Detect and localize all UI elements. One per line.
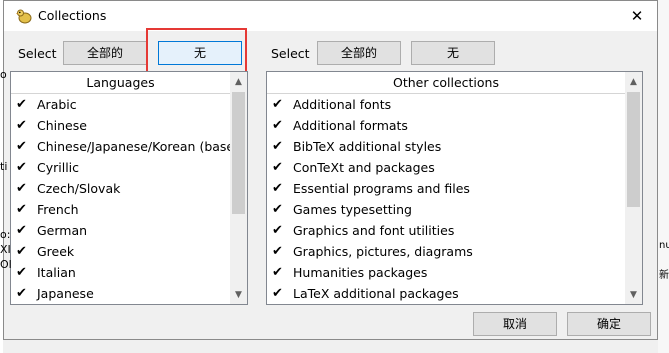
list-item-label: Greek bbox=[37, 244, 75, 259]
list-item-label: Graphics, pictures, diagrams bbox=[293, 244, 473, 259]
right-select-all-button[interactable]: 全部的 bbox=[317, 41, 401, 65]
list-item[interactable]: ✔ French bbox=[11, 199, 230, 220]
scroll-up-arrow-icon[interactable]: ▲ bbox=[230, 74, 247, 91]
other-collections-list-items: ✔ Additional fonts ✔ Additional formats ✔ Bib… bbox=[267, 94, 625, 304]
right-select-none-button[interactable]: 无 bbox=[411, 41, 495, 65]
ok-button[interactable]: 确定 bbox=[567, 312, 651, 336]
languages-list: Languages ✔ Arabic ✔ Chinese ✔ Chinese/Japane… bbox=[10, 71, 248, 305]
list-item[interactable]: ✔ German bbox=[11, 220, 230, 241]
list-item-label: LaTeX additional packages bbox=[293, 286, 459, 301]
list-item-label: Italian bbox=[37, 265, 76, 280]
left-select-all-button[interactable]: 全部的 bbox=[63, 41, 147, 65]
other-collections-list-header: Other collections bbox=[267, 72, 625, 94]
list-item[interactable]: ✔ BibTeX additional styles bbox=[267, 136, 625, 157]
checkmark-icon: ✔ bbox=[272, 139, 283, 154]
background-right-strip bbox=[658, 0, 669, 353]
list-item-label: Chinese bbox=[37, 118, 87, 133]
close-button[interactable]: ✕ bbox=[617, 1, 657, 31]
list-item[interactable]: ✔ Japanese bbox=[11, 283, 230, 304]
list-item-label: Humanities packages bbox=[293, 265, 428, 280]
list-item-label: Additional formats bbox=[293, 118, 408, 133]
list-item[interactable]: ✔ Games typesetting bbox=[267, 199, 625, 220]
checkmark-icon: ✔ bbox=[272, 223, 283, 238]
scroll-thumb[interactable] bbox=[627, 92, 640, 207]
right-select-label: Select bbox=[271, 46, 310, 61]
scroll-up-arrow-icon[interactable]: ▲ bbox=[625, 74, 642, 91]
list-item[interactable]: ✔ Cyrillic bbox=[11, 157, 230, 178]
checkmark-icon: ✔ bbox=[272, 118, 283, 133]
highlight-box bbox=[146, 28, 247, 76]
list-item[interactable]: ✔ Essential programs and files bbox=[267, 178, 625, 199]
background-text: o bbox=[0, 68, 7, 81]
list-item[interactable]: ✔ Humanities packages bbox=[267, 262, 625, 283]
list-item-label: Cyrillic bbox=[37, 160, 80, 175]
background-text: o: bbox=[0, 228, 11, 241]
checkmark-icon: ✔ bbox=[16, 244, 27, 259]
checkmark-icon: ✔ bbox=[16, 265, 27, 280]
cancel-button[interactable]: 取消 bbox=[473, 312, 557, 336]
background-text: nu bbox=[659, 240, 669, 251]
checkmark-icon: ✔ bbox=[16, 160, 27, 175]
list-item[interactable]: ✔ Graphics and font utilities bbox=[267, 220, 625, 241]
list-item-label: Graphics and font utilities bbox=[293, 223, 455, 238]
background-text: ti bbox=[0, 160, 8, 173]
collections-dialog: Collections ✕ Select 全部的 无 Select 全部的 无 … bbox=[3, 0, 658, 340]
list-item[interactable]: ✔ LaTeX additional packages bbox=[267, 283, 625, 304]
list-item-label: Additional fonts bbox=[293, 97, 392, 112]
list-item[interactable]: ✔ Arabic bbox=[11, 94, 230, 115]
list-item[interactable]: ✔ Chinese bbox=[11, 115, 230, 136]
checkmark-icon: ✔ bbox=[272, 265, 283, 280]
list-item-label: French bbox=[37, 202, 79, 217]
checkmark-icon: ✔ bbox=[16, 97, 27, 112]
checkmark-icon: ✔ bbox=[272, 97, 283, 112]
checkmark-icon: ✔ bbox=[272, 286, 283, 301]
checkmark-icon: ✔ bbox=[272, 181, 283, 196]
list-item-label: Chinese/Japanese/Korean (base) bbox=[37, 139, 240, 154]
background-text: Ol bbox=[0, 258, 12, 271]
checkmark-icon: ✔ bbox=[16, 181, 27, 196]
checkmark-icon: ✔ bbox=[16, 223, 27, 238]
languages-list-header: Languages bbox=[11, 72, 230, 94]
list-item-label: Japanese bbox=[37, 286, 94, 301]
checkmark-icon: ✔ bbox=[272, 202, 283, 217]
left-select-label: Select bbox=[18, 46, 57, 61]
list-item-label: BibTeX additional styles bbox=[293, 139, 442, 154]
checkmark-icon: ✔ bbox=[272, 160, 283, 175]
scroll-down-arrow-icon[interactable]: ▼ bbox=[625, 287, 642, 304]
list-item-label: Czech/Slovak bbox=[37, 181, 121, 196]
window-title: Collections bbox=[38, 8, 107, 23]
languages-list-items: ✔ Arabic ✔ Chinese ✔ Chinese/Japanese/Korean … bbox=[11, 94, 239, 304]
other-collections-list: Other collections ✔ Additional fonts ✔ Addi… bbox=[266, 71, 643, 305]
list-item-label: German bbox=[37, 223, 88, 238]
checkmark-icon: ✔ bbox=[16, 139, 27, 154]
list-item[interactable]: ✔ Italian bbox=[11, 262, 230, 283]
list-item-label: Essential programs and files bbox=[293, 181, 470, 196]
background-text: 新 bbox=[659, 270, 669, 281]
title-bar: Collections ✕ bbox=[4, 1, 657, 31]
list-item[interactable]: ✔ Greek bbox=[11, 241, 230, 262]
languages-scrollbar[interactable]: ▲ ▼ bbox=[230, 72, 247, 304]
list-item[interactable]: ✔ Czech/Slovak bbox=[11, 178, 230, 199]
app-icon bbox=[16, 9, 32, 24]
checkmark-icon: ✔ bbox=[16, 286, 27, 301]
scroll-thumb[interactable] bbox=[232, 92, 245, 214]
background-text: XI bbox=[0, 243, 11, 256]
checkmark-icon: ✔ bbox=[16, 202, 27, 217]
list-item[interactable]: ✔ ConTeXt and packages bbox=[267, 157, 625, 178]
scroll-down-arrow-icon[interactable]: ▼ bbox=[230, 287, 247, 304]
other-collections-scrollbar[interactable]: ▲ ▼ bbox=[625, 72, 642, 304]
list-item[interactable]: ✔ Additional formats bbox=[267, 115, 625, 136]
checkmark-icon: ✔ bbox=[272, 244, 283, 259]
list-item[interactable]: ✔ Graphics, pictures, diagrams bbox=[267, 241, 625, 262]
list-item-label: Games typesetting bbox=[293, 202, 412, 217]
checkmark-icon: ✔ bbox=[16, 118, 27, 133]
list-item-label: ConTeXt and packages bbox=[293, 160, 435, 175]
list-item[interactable]: ✔ Chinese/Japanese/Korean (base) bbox=[11, 136, 239, 157]
list-item-label: Arabic bbox=[37, 97, 77, 112]
list-item[interactable]: ✔ Additional fonts bbox=[267, 94, 625, 115]
